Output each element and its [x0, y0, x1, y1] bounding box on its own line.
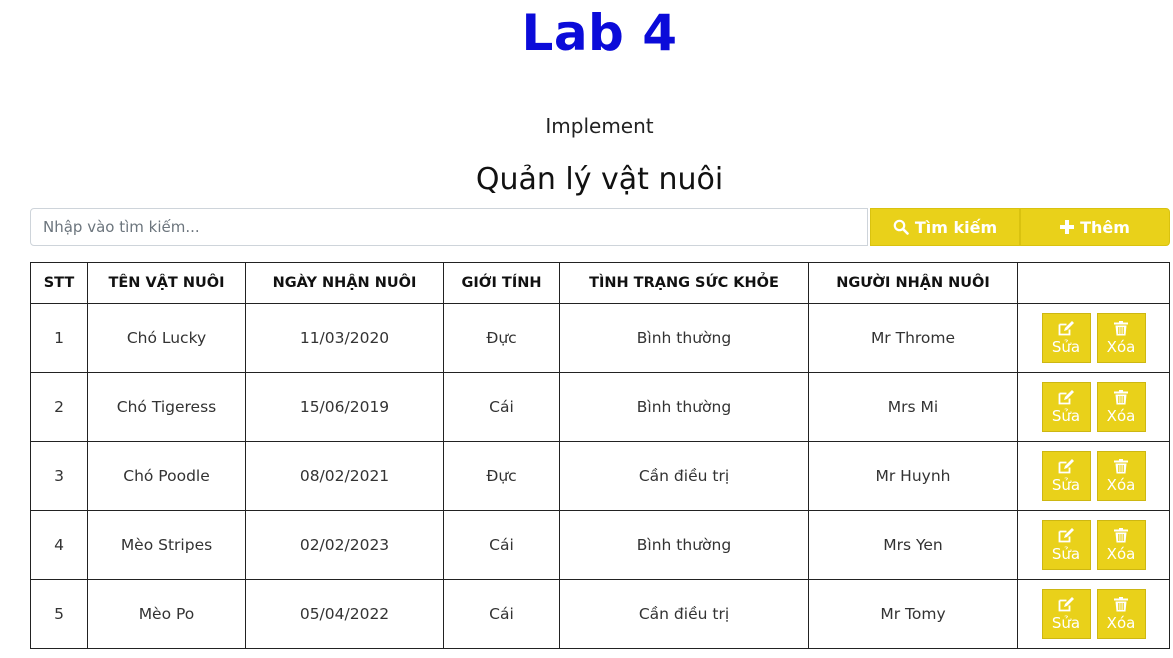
search-icon — [893, 219, 909, 235]
trash-icon — [1114, 320, 1128, 336]
search-button-label: Tìm kiếm — [914, 217, 998, 237]
table-row: 4 Mèo Stripes 02/02/2023 Cái Bình thường Mrs … — [30, 510, 1170, 580]
column-header-actions — [1017, 262, 1170, 304]
cell-health: Bình thường — [559, 510, 809, 580]
search-bar: Tìm kiếm Thêm — [30, 208, 1170, 246]
row-actions: Sửa Xóa — [1018, 520, 1169, 570]
delete-button-label: Xóa — [1106, 613, 1136, 632]
delete-button[interactable]: Xóa — [1096, 520, 1146, 570]
cell-name: Mèo Po — [87, 579, 246, 649]
delete-button[interactable]: Xóa — [1096, 313, 1146, 363]
page-subtitle: Implement — [545, 114, 654, 138]
add-button[interactable]: Thêm — [1020, 208, 1170, 246]
edit-button-label: Sửa — [1051, 475, 1081, 494]
cell-health: Cần điều trị — [559, 441, 809, 511]
plus-icon — [1060, 220, 1075, 234]
cell-stt: 3 — [30, 441, 88, 511]
cell-gender: Cái — [443, 510, 560, 580]
edit-button[interactable]: Sửa — [1041, 313, 1091, 363]
page: Lab 4 Implement Quản lý vật nuôi Tìm kiế… — [0, 0, 1173, 658]
cell-date: 08/02/2021 — [245, 441, 444, 511]
edit-icon — [1058, 458, 1075, 474]
table-row: 2 Chó Tigeress 15/06/2019 Cái Bình thường Mrs… — [30, 372, 1170, 442]
cell-stt: 5 — [30, 579, 88, 649]
edit-button-label: Sửa — [1051, 613, 1081, 632]
cell-owner: Mrs Mi — [808, 372, 1018, 442]
trash-icon — [1114, 389, 1128, 405]
cell-actions: Sửa Xóa — [1017, 579, 1170, 649]
cell-date: 11/03/2020 — [245, 303, 444, 373]
table-row: 1 Chó Lucky 11/03/2020 Đực Bình thường Mr Thr… — [30, 303, 1170, 373]
row-actions: Sửa Xóa — [1018, 313, 1169, 363]
table-row: 5 Mèo Po 05/04/2022 Cái Cần điều trị Mr Tomy S… — [30, 579, 1170, 649]
cell-name: Chó Poodle — [87, 441, 246, 511]
cell-gender: Đực — [443, 441, 560, 511]
column-header-gender: GIỚI TÍNH — [443, 262, 560, 304]
delete-button-label: Xóa — [1106, 544, 1136, 563]
cell-owner: Mr Huynh — [808, 441, 1018, 511]
cell-date: 15/06/2019 — [245, 372, 444, 442]
cell-gender: Cái — [443, 372, 560, 442]
edit-icon — [1058, 527, 1075, 543]
delete-button[interactable]: Xóa — [1096, 382, 1146, 432]
column-header-owner: NGƯỜI NHẬN NUÔI — [808, 262, 1018, 304]
cell-stt: 4 — [30, 510, 88, 580]
cell-actions: Sửa Xóa — [1017, 441, 1170, 511]
table-header-row: STT TÊN VẬT NUÔI NGÀY NHẬN NUÔI GIỚI TÍN… — [30, 262, 1170, 304]
cell-name: Chó Lucky — [87, 303, 246, 373]
edit-button-label: Sửa — [1051, 544, 1081, 563]
cell-health: Bình thường — [559, 372, 809, 442]
add-button-label: Thêm — [1080, 217, 1130, 237]
cell-date: 05/04/2022 — [245, 579, 444, 649]
row-actions: Sửa Xóa — [1018, 589, 1169, 639]
search-input[interactable] — [30, 208, 868, 246]
cell-name: Mèo Stripes — [87, 510, 246, 580]
column-header-name: TÊN VẬT NUÔI — [87, 262, 246, 304]
page-title: Lab 4 — [521, 4, 678, 62]
cell-date: 02/02/2023 — [245, 510, 444, 580]
delete-button-label: Xóa — [1106, 475, 1136, 494]
table-row: 3 Chó Poodle 08/02/2021 Đực Cần điều trị Mr H… — [30, 441, 1170, 511]
row-actions: Sửa Xóa — [1018, 451, 1169, 501]
row-actions: Sửa Xóa — [1018, 382, 1169, 432]
delete-button[interactable]: Xóa — [1096, 589, 1146, 639]
cell-owner: Mr Throme — [808, 303, 1018, 373]
cell-actions: Sửa Xóa — [1017, 510, 1170, 580]
cell-gender: Đực — [443, 303, 560, 373]
cell-health: Bình thường — [559, 303, 809, 373]
cell-health: Cần điều trị — [559, 579, 809, 649]
trash-icon — [1114, 527, 1128, 543]
delete-button[interactable]: Xóa — [1096, 451, 1146, 501]
section-title: Quản lý vật nuôi — [475, 162, 724, 197]
search-button[interactable]: Tìm kiếm — [870, 208, 1020, 246]
cell-owner: Mr Tomy — [808, 579, 1018, 649]
edit-icon — [1058, 596, 1075, 612]
cell-gender: Cái — [443, 579, 560, 649]
column-header-date: NGÀY NHẬN NUÔI — [245, 262, 444, 304]
cell-stt: 2 — [30, 372, 88, 442]
column-header-health: TÌNH TRẠNG SỨC KHỎE — [559, 262, 809, 304]
cell-owner: Mrs Yen — [808, 510, 1018, 580]
edit-button[interactable]: Sửa — [1041, 520, 1091, 570]
edit-button-label: Sửa — [1051, 337, 1081, 356]
edit-icon — [1058, 389, 1075, 405]
cell-actions: Sửa Xóa — [1017, 372, 1170, 442]
edit-button-label: Sửa — [1051, 406, 1081, 425]
cell-stt: 1 — [30, 303, 88, 373]
pets-table: STT TÊN VẬT NUÔI NGÀY NHẬN NUÔI GIỚI TÍN… — [30, 262, 1170, 649]
delete-button-label: Xóa — [1106, 406, 1136, 425]
trash-icon — [1114, 458, 1128, 474]
edit-button[interactable]: Sửa — [1041, 451, 1091, 501]
column-header-stt: STT — [30, 262, 88, 304]
edit-icon — [1058, 320, 1075, 336]
delete-button-label: Xóa — [1106, 337, 1136, 356]
edit-button[interactable]: Sửa — [1041, 589, 1091, 639]
cell-actions: Sửa Xóa — [1017, 303, 1170, 373]
edit-button[interactable]: Sửa — [1041, 382, 1091, 432]
cell-name: Chó Tigeress — [87, 372, 246, 442]
trash-icon — [1114, 596, 1128, 612]
